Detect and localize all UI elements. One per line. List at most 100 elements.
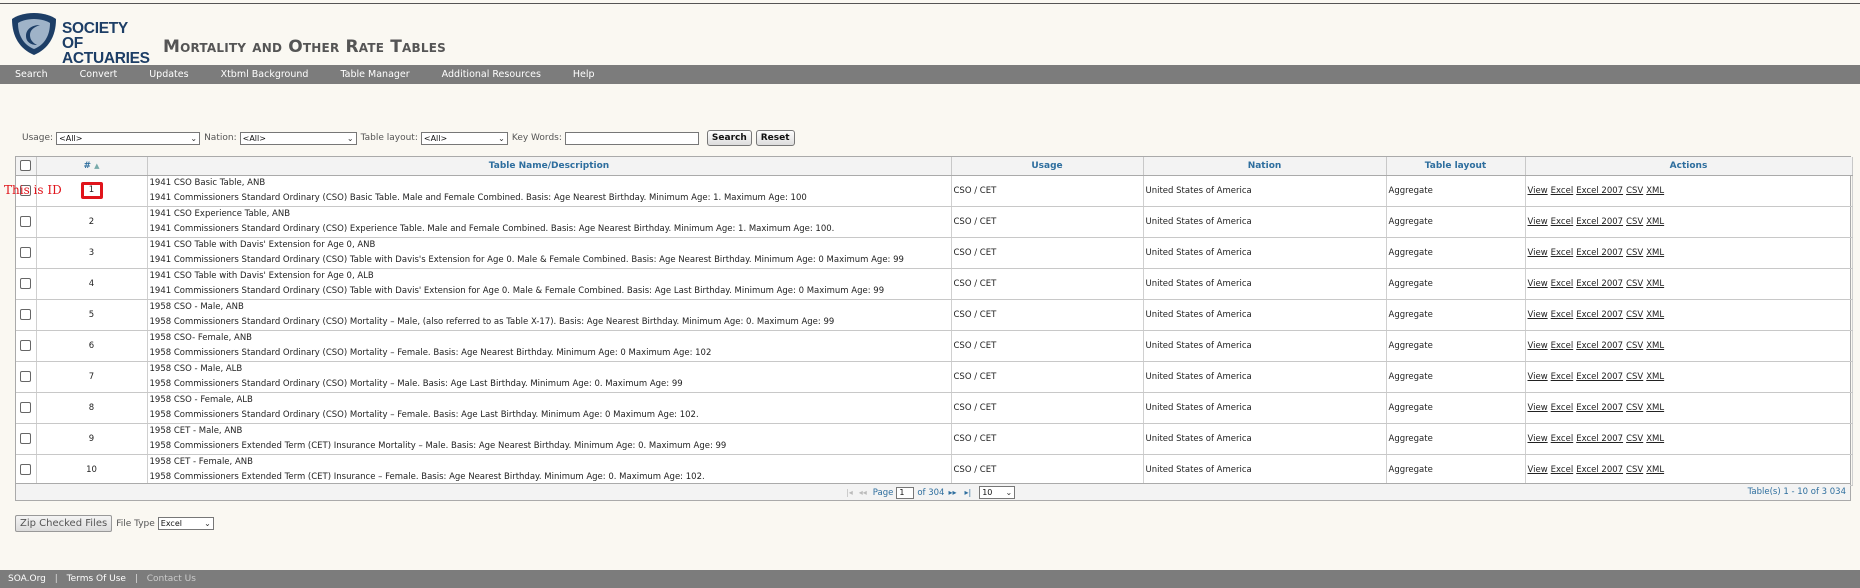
action-excel-link[interactable]: Excel bbox=[1551, 186, 1574, 196]
action-view-link[interactable]: View bbox=[1528, 341, 1548, 351]
nation-select[interactable]: <All> ⌄ bbox=[239, 131, 357, 145]
action-xml-link[interactable]: XML bbox=[1646, 279, 1664, 289]
layout-column-header[interactable]: Table layout bbox=[1386, 157, 1526, 176]
action-xml-link[interactable]: XML bbox=[1646, 341, 1664, 351]
last-page-icon[interactable]: ▸| bbox=[964, 488, 971, 497]
action-csv-link[interactable]: CSV bbox=[1626, 217, 1643, 227]
row-title: 1958 CET - Male, ANB bbox=[149, 425, 243, 436]
action-excel-2007-link[interactable]: Excel 2007 bbox=[1576, 217, 1623, 227]
search-button[interactable]: Search bbox=[706, 130, 752, 146]
action-csv-link[interactable]: CSV bbox=[1626, 434, 1643, 444]
action-xml-link[interactable]: XML bbox=[1646, 465, 1664, 475]
nav-xtbml-background[interactable]: Xtbml Background bbox=[205, 65, 325, 84]
action-excel-link[interactable]: Excel bbox=[1551, 434, 1574, 444]
name-column-header[interactable]: Table Name/Description bbox=[147, 157, 952, 176]
next-page-icon[interactable]: ▸▸ bbox=[948, 488, 956, 497]
action-csv-link[interactable]: CSV bbox=[1626, 279, 1643, 289]
action-view-link[interactable]: View bbox=[1528, 465, 1548, 475]
action-csv-link[interactable]: CSV bbox=[1626, 341, 1643, 351]
row-layout: Aggregate bbox=[1386, 175, 1526, 207]
nav-help[interactable]: Help bbox=[557, 65, 611, 84]
action-view-link[interactable]: View bbox=[1528, 434, 1548, 444]
table-layout-select[interactable]: <All> ⌄ bbox=[420, 131, 508, 145]
action-excel-2007-link[interactable]: Excel 2007 bbox=[1576, 248, 1623, 258]
row-checkbox[interactable] bbox=[20, 402, 32, 413]
row-checkbox[interactable] bbox=[20, 433, 32, 444]
action-csv-link[interactable]: CSV bbox=[1626, 248, 1643, 258]
row-checkbox-cell bbox=[16, 268, 37, 300]
action-view-link[interactable]: View bbox=[1528, 279, 1548, 289]
row-layout: Aggregate bbox=[1386, 423, 1526, 455]
action-excel-2007-link[interactable]: Excel 2007 bbox=[1576, 186, 1623, 196]
action-view-link[interactable]: View bbox=[1528, 217, 1548, 227]
row-description: 1941 Commissioners Standard Ordinary (CS… bbox=[149, 223, 835, 234]
action-view-link[interactable]: View bbox=[1528, 248, 1548, 258]
usage-column-header[interactable]: Usage bbox=[951, 157, 1144, 176]
prev-page-icon[interactable]: ◂◂ bbox=[859, 488, 867, 497]
action-excel-2007-link[interactable]: Excel 2007 bbox=[1576, 403, 1623, 413]
action-excel-link[interactable]: Excel bbox=[1551, 217, 1574, 227]
keywords-input[interactable] bbox=[564, 131, 699, 145]
action-excel-link[interactable]: Excel bbox=[1551, 279, 1574, 289]
soa-logo[interactable]: SOCIETY OF ACTUARIES bbox=[10, 11, 150, 66]
row-title: 1941 CSO Table with Davis' Extension for… bbox=[149, 239, 376, 250]
page-size-select[interactable]: 10 ⌄ bbox=[979, 486, 1016, 499]
row-checkbox[interactable] bbox=[20, 278, 32, 289]
action-csv-link[interactable]: CSV bbox=[1626, 310, 1643, 320]
action-csv-link[interactable]: CSV bbox=[1626, 403, 1643, 413]
action-excel-link[interactable]: Excel bbox=[1551, 403, 1574, 413]
action-xml-link[interactable]: XML bbox=[1646, 372, 1664, 382]
row-checkbox[interactable] bbox=[20, 309, 32, 320]
action-excel-2007-link[interactable]: Excel 2007 bbox=[1576, 341, 1623, 351]
footer-link-terms[interactable]: Terms Of Use bbox=[67, 574, 126, 584]
page-input[interactable]: 1 bbox=[896, 486, 915, 499]
footer-link-soa[interactable]: SOA.Org bbox=[8, 574, 46, 584]
action-xml-link[interactable]: XML bbox=[1646, 186, 1664, 196]
action-excel-2007-link[interactable]: Excel 2007 bbox=[1576, 372, 1623, 382]
usage-select[interactable]: <All> ⌄ bbox=[56, 131, 201, 145]
action-view-link[interactable]: View bbox=[1528, 403, 1548, 413]
action-excel-link[interactable]: Excel bbox=[1551, 341, 1574, 351]
row-id: 4 bbox=[88, 278, 95, 289]
zip-checked-files-button[interactable]: Zip Checked Files bbox=[15, 515, 113, 532]
action-xml-link[interactable]: XML bbox=[1646, 403, 1664, 413]
action-excel-2007-link[interactable]: Excel 2007 bbox=[1576, 310, 1623, 320]
action-xml-link[interactable]: XML bbox=[1646, 248, 1664, 258]
action-csv-link[interactable]: CSV bbox=[1626, 186, 1643, 196]
action-excel-link[interactable]: Excel bbox=[1551, 310, 1574, 320]
action-xml-link[interactable]: XML bbox=[1646, 434, 1664, 444]
reset-button[interactable]: Reset bbox=[755, 130, 795, 146]
action-xml-link[interactable]: XML bbox=[1646, 217, 1664, 227]
footer-link-contact[interactable]: Contact Us bbox=[147, 574, 196, 584]
nation-column-header[interactable]: Nation bbox=[1143, 157, 1387, 176]
file-type-select[interactable]: Excel ⌄ bbox=[157, 517, 214, 530]
action-excel-link[interactable]: Excel bbox=[1551, 465, 1574, 475]
action-csv-link[interactable]: CSV bbox=[1626, 372, 1643, 382]
action-excel-link[interactable]: Excel bbox=[1551, 372, 1574, 382]
action-excel-link[interactable]: Excel bbox=[1551, 248, 1574, 258]
id-column-header[interactable]: # ▲ bbox=[36, 157, 148, 176]
row-id: 3 bbox=[88, 247, 95, 258]
action-view-link[interactable]: View bbox=[1528, 310, 1548, 320]
action-view-link[interactable]: View bbox=[1528, 372, 1548, 382]
row-checkbox-cell bbox=[16, 237, 37, 269]
first-page-icon[interactable]: |◂ bbox=[846, 488, 853, 497]
action-xml-link[interactable]: XML bbox=[1646, 310, 1664, 320]
row-checkbox[interactable] bbox=[20, 371, 32, 382]
action-excel-2007-link[interactable]: Excel 2007 bbox=[1576, 434, 1623, 444]
action-csv-link[interactable]: CSV bbox=[1626, 465, 1643, 475]
row-nation: United States of America bbox=[1143, 392, 1387, 424]
nav-convert[interactable]: Convert bbox=[64, 65, 134, 84]
nav-additional-resources[interactable]: Additional Resources bbox=[426, 65, 557, 84]
action-view-link[interactable]: View bbox=[1528, 186, 1548, 196]
row-checkbox[interactable] bbox=[20, 340, 32, 351]
row-checkbox[interactable] bbox=[20, 247, 32, 258]
nav-table-manager[interactable]: Table Manager bbox=[324, 65, 425, 84]
row-checkbox[interactable] bbox=[20, 464, 32, 475]
action-excel-2007-link[interactable]: Excel 2007 bbox=[1576, 465, 1623, 475]
nav-updates[interactable]: Updates bbox=[133, 65, 204, 84]
nav-search[interactable]: Search bbox=[0, 65, 64, 84]
action-excel-2007-link[interactable]: Excel 2007 bbox=[1576, 279, 1623, 289]
row-checkbox[interactable] bbox=[20, 216, 32, 227]
select-all-checkbox[interactable] bbox=[20, 160, 32, 172]
